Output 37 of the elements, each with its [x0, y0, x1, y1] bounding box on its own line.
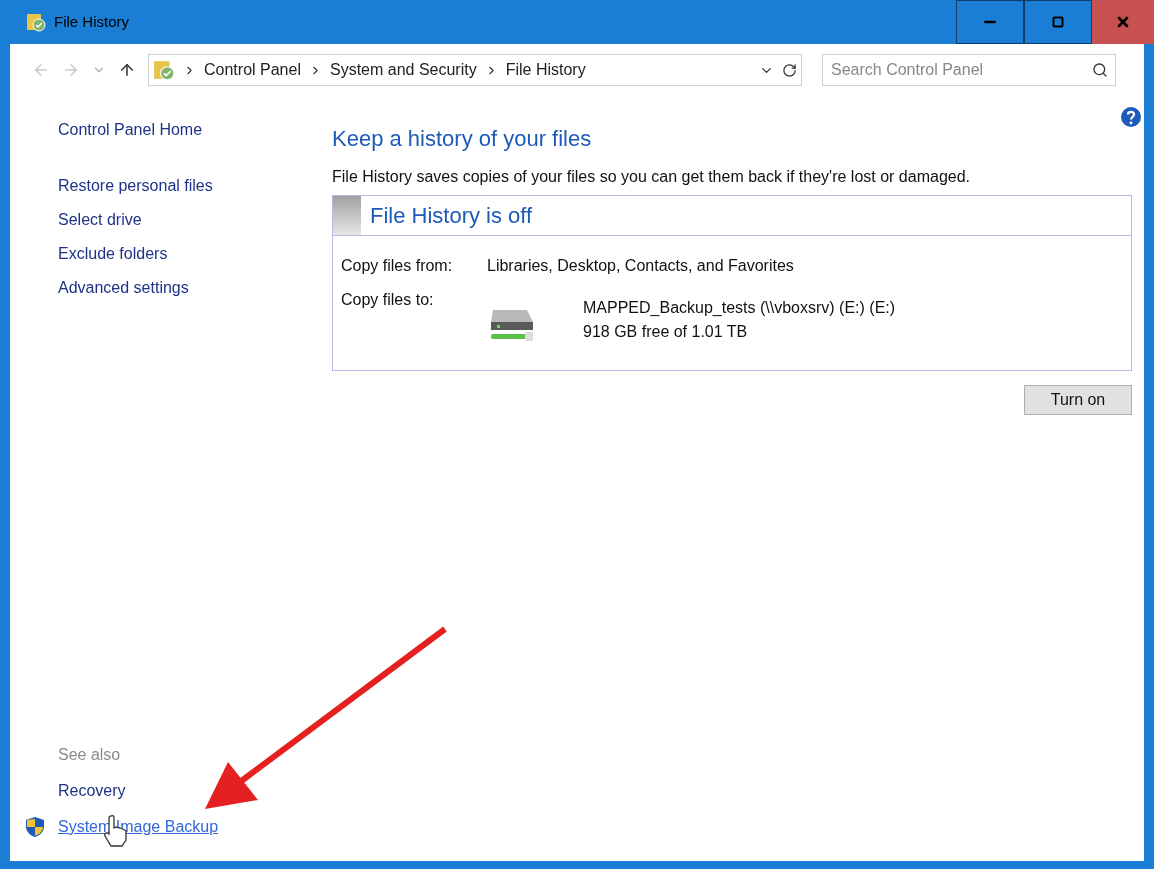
- control-panel-icon: [153, 59, 175, 81]
- copy-from-value: Libraries, Desktop, Contacts, and Favorites: [487, 256, 794, 276]
- sidebar-link[interactable]: Restore personal files: [58, 174, 332, 198]
- forward-icon[interactable]: [62, 61, 80, 79]
- file-history-icon: [26, 12, 46, 32]
- up-icon[interactable]: [118, 61, 136, 79]
- drive-space: 918 GB free of 1.01 TB: [583, 322, 749, 342]
- turn-on-button[interactable]: Turn on: [1024, 385, 1132, 415]
- window-title: File History: [54, 11, 129, 32]
- sidebar-link[interactable]: Exclude folders: [58, 242, 332, 266]
- drive-name: MAPPED_Backup_tests (\\vboxsrv) (E:) (E:): [583, 298, 896, 318]
- see-also-heading: See also: [58, 745, 122, 765]
- sidebar-link[interactable]: Control Panel Home: [58, 118, 332, 142]
- page-description: File History saves copies of your files so you can get them back if they're lost or damaged.: [332, 167, 971, 187]
- shield-icon: [24, 816, 46, 838]
- breadcrumb-item[interactable]: Control Panel: [204, 58, 301, 82]
- copy-to-label: Copy files to:: [341, 290, 435, 310]
- address-bar[interactable]: Control Panel System and Security File History: [148, 54, 802, 86]
- refresh-icon[interactable]: [782, 62, 797, 78]
- page-heading: Keep a history of your files: [332, 125, 593, 153]
- close-icon: [1115, 14, 1131, 30]
- close-button[interactable]: [1092, 0, 1154, 44]
- minimize-button[interactable]: [956, 0, 1024, 44]
- see-also-link[interactable]: Recovery: [58, 779, 126, 803]
- status-indicator: [333, 196, 361, 235]
- search-field[interactable]: Search Control Panel: [822, 54, 1116, 86]
- maximize-button[interactable]: [1024, 0, 1092, 44]
- maximize-icon: [1052, 16, 1064, 28]
- sidebar-link[interactable]: Advanced settings: [58, 276, 332, 300]
- copy-from-label: Copy files from:: [341, 256, 454, 276]
- breadcrumb-item[interactable]: File History: [505, 58, 586, 82]
- help-icon[interactable]: [1120, 106, 1142, 128]
- back-icon[interactable]: [32, 61, 50, 79]
- breadcrumb-item[interactable]: System and Security: [329, 58, 477, 82]
- search-icon[interactable]: [1092, 62, 1108, 78]
- status-title: File History is off: [370, 202, 533, 230]
- sidebar-link[interactable]: Select drive: [58, 208, 332, 232]
